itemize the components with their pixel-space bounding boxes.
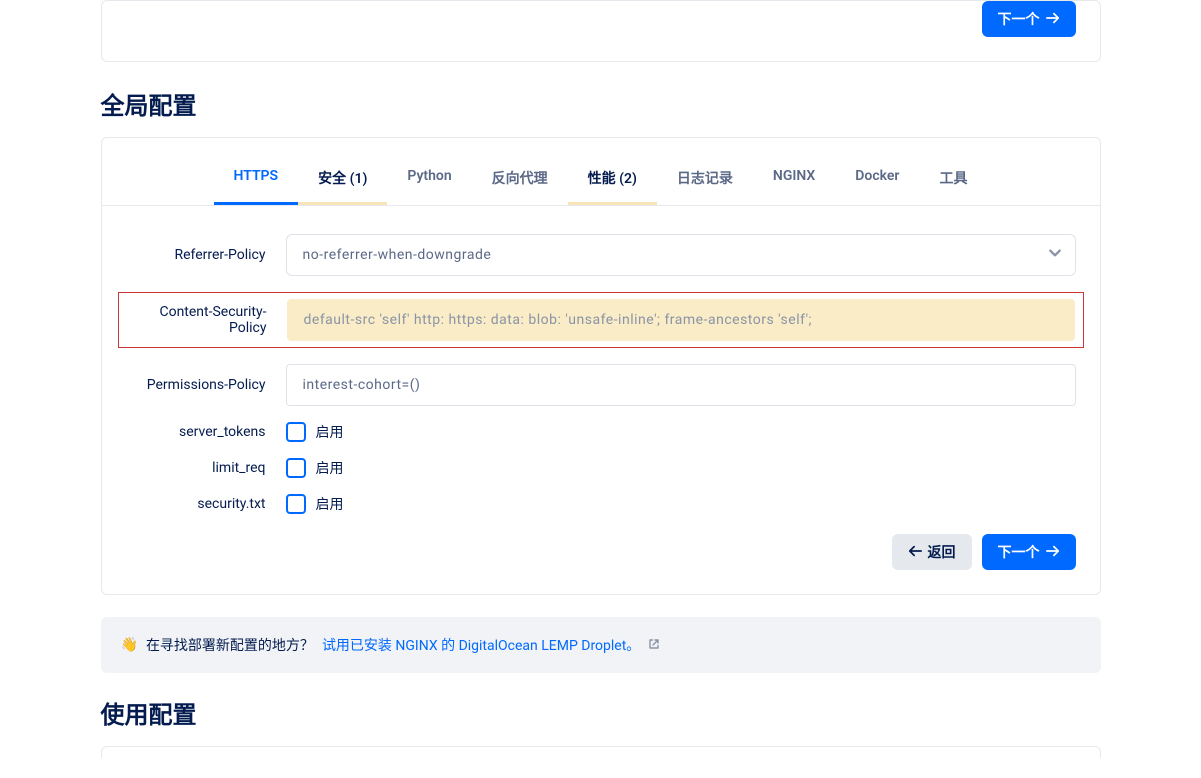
external-link-icon: [648, 638, 660, 650]
deploy-callout: 👋 在寻找部署新配置的地方？ 试用已安装 NGINX 的 DigitalOcea…: [101, 617, 1101, 673]
tab-performance[interactable]: 性能 (2): [568, 154, 657, 205]
global-config-card: HTTPS 安全 (1) Python 反向代理 性能 (2) 日志记录 NGI…: [101, 137, 1101, 595]
security-panel: Referrer-Policy Content-Security-Policy: [102, 206, 1100, 594]
callout-text: 在寻找部署新配置的地方？: [146, 635, 314, 655]
next-button[interactable]: 下一个: [982, 534, 1076, 570]
arrow-right-icon: [1046, 11, 1060, 27]
usage-config-card: [101, 746, 1101, 758]
row-security-txt: security.txt 启用: [126, 494, 1076, 514]
referrer-policy-select[interactable]: [286, 234, 1076, 276]
next-button-label: 下一个: [998, 542, 1040, 562]
next-button-top-label: 下一个: [998, 9, 1040, 29]
tabs-bar: HTTPS 安全 (1) Python 反向代理 性能 (2) 日志记录 NGI…: [102, 138, 1100, 206]
server-tokens-checkbox[interactable]: [286, 422, 306, 442]
arrow-right-icon: [1046, 544, 1060, 560]
tab-python[interactable]: Python: [387, 154, 471, 205]
row-server-tokens: server_tokens 启用: [126, 422, 1076, 442]
security-txt-enable-label: 启用: [316, 494, 344, 514]
tab-logging[interactable]: 日志记录: [657, 154, 753, 205]
row-limit-req: limit_req 启用: [126, 458, 1076, 478]
arrow-left-icon: [908, 544, 922, 560]
next-button-top[interactable]: 下一个: [982, 1, 1076, 37]
label-permissions-policy: Permissions-Policy: [126, 377, 286, 393]
tab-reverse-proxy[interactable]: 反向代理: [472, 154, 568, 205]
back-button-label: 返回: [928, 542, 956, 562]
label-csp: Content-Security-Policy: [127, 304, 287, 336]
row-permissions-policy: Permissions-Policy: [126, 364, 1076, 406]
callout-link-text: 试用已安装 NGINX 的 DigitalOcean LEMP Droplet。: [322, 638, 640, 654]
label-security-txt: security.txt: [126, 496, 286, 512]
limit-req-enable-label: 启用: [316, 458, 344, 478]
label-referrer-policy: Referrer-Policy: [126, 247, 286, 263]
row-referrer-policy: Referrer-Policy: [126, 234, 1076, 276]
global-config-heading: 全局配置: [101, 86, 1101, 121]
tab-tools[interactable]: 工具: [919, 154, 987, 205]
server-tokens-enable-label: 启用: [316, 422, 344, 442]
tab-security[interactable]: 安全 (1): [298, 154, 387, 205]
previous-section-card: 下一个: [101, 0, 1101, 62]
tab-https[interactable]: HTTPS: [214, 154, 299, 205]
wave-emoji-icon: 👋: [121, 637, 138, 653]
tab-docker[interactable]: Docker: [835, 154, 919, 205]
label-limit-req: limit_req: [126, 460, 286, 476]
callout-link[interactable]: 试用已安装 NGINX 的 DigitalOcean LEMP Droplet。: [322, 635, 660, 655]
row-csp: Content-Security-Policy: [118, 292, 1084, 348]
permissions-policy-input[interactable]: [286, 364, 1076, 406]
tab-nginx[interactable]: NGINX: [753, 154, 835, 205]
usage-config-heading: 使用配置: [101, 695, 1101, 730]
security-txt-checkbox[interactable]: [286, 494, 306, 514]
csp-input[interactable]: [287, 299, 1075, 341]
label-server-tokens: server_tokens: [126, 424, 286, 440]
back-button[interactable]: 返回: [892, 534, 972, 570]
limit-req-checkbox[interactable]: [286, 458, 306, 478]
